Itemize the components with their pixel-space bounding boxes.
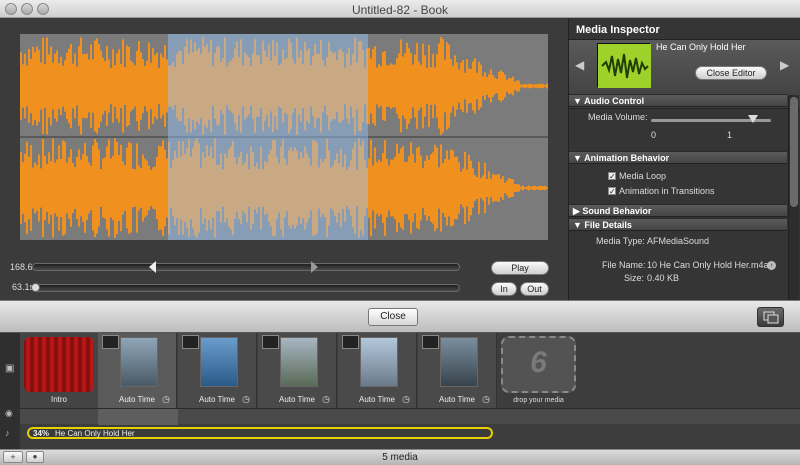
waveform-selection[interactable] (168, 34, 368, 240)
sound-behavior-header[interactable]: ▶ Sound Behavior (569, 204, 787, 217)
media-thumbnail (597, 43, 651, 88)
size-value: 0.40 KB (647, 273, 680, 283)
slide-slot-1[interactable]: Auto Time ◷ (98, 333, 177, 408)
in-button[interactable]: In (491, 282, 517, 296)
slide-thumbnail (360, 337, 398, 387)
audio-control-title: Audio Control (584, 96, 645, 106)
media-inspector: Media Inspector ◀ He Can Only Hold Her C… (568, 18, 800, 300)
layout-badge-icon[interactable] (182, 335, 199, 349)
clock-icon[interactable]: ◷ (402, 394, 410, 405)
layout-badge-icon[interactable] (102, 335, 119, 349)
slides-track-icon: ▣ (5, 363, 15, 374)
animation-transitions-checkbox[interactable]: ✓ (608, 187, 616, 196)
audio-percent: 34% (33, 429, 50, 438)
previous-arrow-icon[interactable]: ◀ (575, 58, 584, 72)
visibility-segment (98, 409, 178, 425)
media-volume-label: Media Volume: (588, 112, 648, 122)
visibility-eye-icon[interactable]: ◉ (5, 408, 13, 419)
audio-editor: 168.6s 63.1s Play In Out (0, 18, 568, 300)
audio-track-item[interactable]: 34% He Can Only Hold Her (27, 427, 493, 439)
file-name-value: 10 He Can Only Hold Her.m4a (647, 260, 769, 270)
slide-thumbnail (120, 337, 158, 387)
waveform-view[interactable] (20, 34, 548, 240)
slide-slot-2[interactable]: Auto Time ◷ (178, 333, 257, 408)
close-editor-button[interactable]: Close Editor (695, 66, 767, 80)
volume-min-label: 0 (651, 130, 657, 140)
slide-thumbnail (440, 337, 478, 387)
animation-transitions-label: Animation in Transitions (619, 186, 715, 196)
inspector-title: Media Inspector (576, 24, 660, 36)
animation-behavior-header[interactable]: ▼ Animation Behavior (569, 151, 787, 164)
inspector-scrollbar[interactable] (788, 95, 799, 300)
intro-curtain-thumbnail (24, 337, 94, 392)
layout-badge-icon[interactable] (262, 335, 279, 349)
animation-behavior-title: Animation Behavior (584, 153, 670, 163)
media-loop-label: Media Loop (619, 171, 667, 181)
screens-icon (763, 311, 779, 324)
intro-slot[interactable]: Intro (20, 333, 98, 408)
in-marker-icon[interactable] (149, 261, 156, 273)
clock-icon[interactable]: ◷ (242, 394, 250, 405)
sound-behavior-title: Sound Behavior (582, 206, 652, 216)
position-slider[interactable] (31, 283, 460, 292)
out-button[interactable]: Out (520, 282, 549, 296)
sound-wave-icon (598, 44, 651, 88)
media-name: He Can Only Hold Her (656, 42, 746, 52)
status-text: 5 media (382, 452, 418, 463)
media-type-label: Media Type: (596, 236, 645, 246)
drop-media-slot[interactable]: 6 (501, 336, 576, 393)
visibility-track (20, 408, 800, 425)
slide-slot-3[interactable]: Auto Time ◷ (258, 333, 337, 408)
audio-track-name: He Can Only Hold Her (55, 429, 135, 438)
clock-icon[interactable]: ◷ (162, 394, 170, 405)
layout-badge-icon[interactable] (342, 335, 359, 349)
window-title: Untitled-82 - Book (351, 3, 449, 17)
play-button[interactable]: Play (491, 261, 549, 275)
reveal-arrow-icon[interactable]: › (767, 261, 776, 270)
file-details-header[interactable]: ▼ File Details (569, 218, 787, 231)
volume-knob[interactable] (748, 115, 758, 123)
position-knob[interactable] (31, 283, 40, 292)
media-loop-checkbox[interactable]: ✓ (608, 172, 616, 181)
close-button[interactable]: Close (368, 308, 418, 326)
slide-slot-5[interactable]: Auto Time ◷ (418, 333, 497, 408)
intro-label: Intro (50, 395, 67, 404)
scrollbar-thumb[interactable] (790, 97, 798, 207)
storyboard: ▣ ◉ ♪ Intro Auto Time ◷ Auto Time ◷ Auto… (0, 333, 800, 449)
track-gutter: ▣ ◉ ♪ (0, 333, 20, 449)
slide-thumbnail (200, 337, 238, 387)
screen-toggle-button[interactable] (757, 307, 784, 327)
playhead-slider[interactable] (32, 261, 460, 273)
slide-thumbnail (280, 337, 318, 387)
audio-control-header[interactable]: ▼ Audio Control (569, 94, 787, 107)
volume-max-label: 1 (727, 130, 733, 140)
status-bar: + ● 5 media (0, 449, 800, 465)
drop-slot-number: 6 (530, 346, 547, 379)
clock-icon[interactable]: ◷ (482, 394, 490, 405)
slide-slot-4[interactable]: Auto Time ◷ (338, 333, 417, 408)
file-name-label: File Name: (602, 260, 646, 270)
file-details-title: File Details (584, 220, 632, 230)
media-volume-slider[interactable] (651, 115, 771, 123)
media-type-value: AFMediaSound (647, 236, 710, 246)
out-marker-icon[interactable] (311, 261, 318, 273)
layout-badge-icon[interactable] (422, 335, 439, 349)
drop-media-label: drop your media (513, 397, 564, 404)
next-arrow-icon[interactable]: ▶ (780, 58, 789, 72)
audio-track-icon: ♪ (5, 428, 10, 438)
size-label: Size: (624, 273, 645, 283)
editor-toolbar: Close (0, 300, 800, 333)
clock-icon[interactable]: ◷ (322, 394, 330, 405)
title-bar: Untitled-82 - Book (0, 0, 800, 18)
